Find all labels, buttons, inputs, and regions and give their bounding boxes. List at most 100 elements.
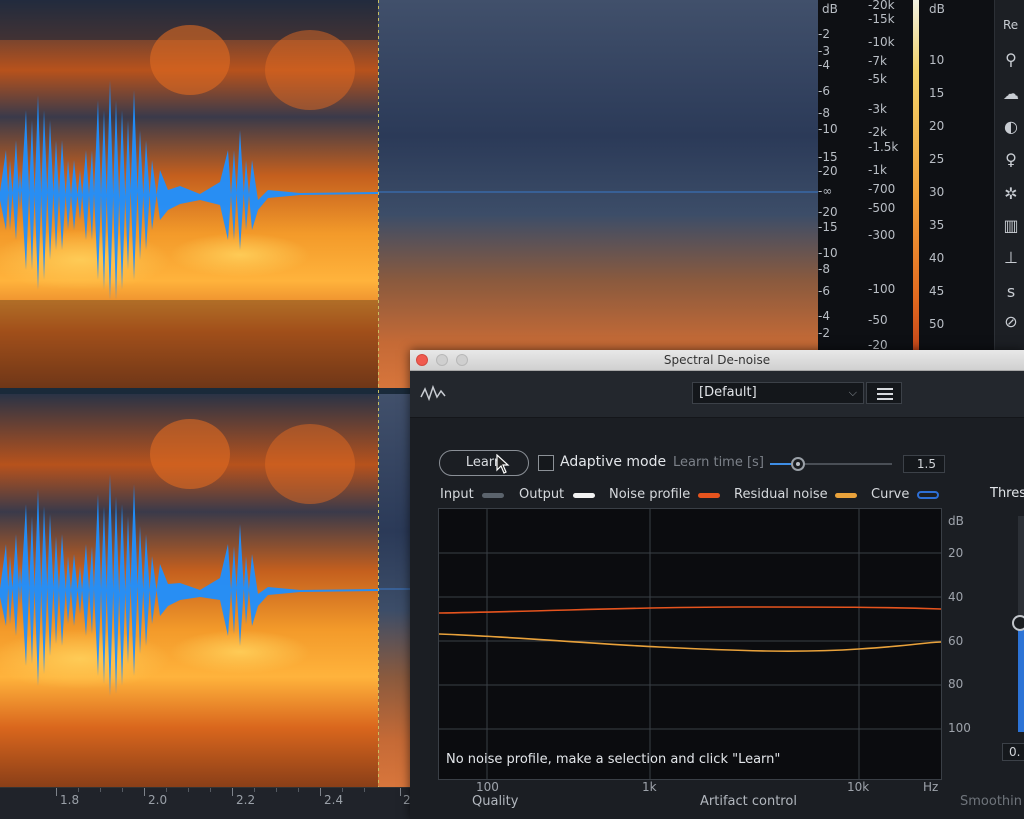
adaptive-mode-label: Adaptive mode <box>560 454 667 470</box>
noise-profile-plot <box>438 509 942 779</box>
scale-label: -4 <box>818 309 830 323</box>
adaptive-mode-checkbox[interactable] <box>538 455 554 471</box>
ruler-tick <box>364 788 365 792</box>
legend-noise-profile-label: Noise profile <box>609 487 691 502</box>
scale-label: -20k <box>868 0 895 12</box>
scale-label: -10 <box>818 246 838 260</box>
meter-label: 35 <box>929 218 945 232</box>
playhead-marker[interactable] <box>378 0 379 787</box>
no-profile-message: No noise profile, make a selection and c… <box>446 752 781 767</box>
meter-label: 20 <box>929 119 945 133</box>
time-ruler[interactable]: 1.8 2.0 2.2 2.4 2 <box>0 787 411 819</box>
scale-label: -15k <box>868 12 895 26</box>
ruler-tick <box>166 788 167 792</box>
ruler-tick <box>56 788 57 796</box>
residual-noise-curve <box>438 633 942 652</box>
graph-x-tick: 1k <box>642 780 657 794</box>
gain-icon[interactable]: ⊘ <box>1001 312 1021 332</box>
scale-label: -10k <box>868 35 895 49</box>
legend-input-swatch[interactable] <box>482 493 504 498</box>
ruler-tick <box>210 788 211 792</box>
scale-label: -3k <box>868 102 887 116</box>
eq-icon[interactable]: ▥ <box>1001 216 1021 236</box>
window-titlebar[interactable]: Spectral De-noise <box>410 350 1024 371</box>
chevron-down-icon: ⌵ <box>848 386 857 399</box>
threshold-value-field[interactable]: 0. <box>1002 743 1024 761</box>
graph-x-tick: 10k <box>847 780 870 794</box>
window-title: Spectral De-noise <box>663 353 771 367</box>
artifact-control-label[interactable]: Artifact control <box>700 794 797 809</box>
meter-scale: dB 10 15 20 25 30 35 40 45 50 <box>919 0 994 350</box>
ruler-label: 2.4 <box>324 793 344 807</box>
meter-label: 40 <box>929 251 945 265</box>
smoothing-label: Smoothin <box>960 794 1023 809</box>
learn-time-value-field[interactable]: 1.5 <box>903 455 945 473</box>
ruler-tick <box>144 788 145 796</box>
preset-menu-button[interactable] <box>866 382 902 404</box>
meter-label: 15 <box>929 86 945 100</box>
noise-profile-graph[interactable] <box>438 508 942 780</box>
scale-label: -2 <box>818 27 830 41</box>
graph-y-tick: 80 <box>948 677 964 691</box>
spectral-repair-icon[interactable]: ✲ <box>1001 184 1021 204</box>
legend-residual-noise-swatch[interactable] <box>835 493 857 498</box>
scale-label: -5k <box>868 72 887 86</box>
meter-label: 50 <box>929 317 945 331</box>
scale-label: -100 <box>868 282 896 296</box>
mouse-cursor-icon <box>496 454 510 474</box>
ruler-tick <box>188 788 189 792</box>
legend-noise-profile-swatch[interactable] <box>698 493 720 498</box>
legend-output-swatch[interactable] <box>573 493 595 498</box>
hamburger-icon <box>877 393 893 395</box>
ruler-tick <box>100 788 101 792</box>
learn-button[interactable]: Learn <box>439 450 529 476</box>
scale-label: -6 <box>818 84 830 98</box>
spectrogram-left-channel[interactable] <box>0 0 818 390</box>
preset-dropdown[interactable]: [Default] ⌵ <box>692 382 864 404</box>
meter-label: 25 <box>929 152 945 166</box>
learn-time-slider-handle[interactable] <box>791 457 806 471</box>
frequency-scale[interactable]: dB -20k -15k -2 -10k -3 -7k -4 -5k -6 -3… <box>818 0 918 352</box>
de-plosive-icon[interactable]: ⚲ <box>1001 50 1021 70</box>
graph-x-unit: Hz <box>923 780 939 794</box>
de-ess-icon[interactable]: ꜱ <box>1001 282 1021 302</box>
scale-label: -20 <box>818 164 838 178</box>
scale-label: -3 <box>818 44 830 58</box>
de-crackle-icon[interactable]: ☁ <box>1001 84 1021 104</box>
scale-label: -1.5k <box>868 140 899 154</box>
scale-label: -2k <box>868 125 887 139</box>
scale-label: -1k <box>868 163 887 177</box>
ruler-tick <box>78 788 79 792</box>
threshold-fader-handle[interactable] <box>1012 615 1024 631</box>
legend-curve-label: Curve <box>871 487 910 502</box>
spectral-denoise-window: Spectral De-noise [Default] ⌵ Learn Adap… <box>410 350 1024 819</box>
legend-input-label: Input <box>440 487 474 502</box>
graph-y-unit: dB <box>948 514 964 528</box>
module-icon-panel: Re ⚲ ☁ ◐ ♀ ✲ ▥ ⊥ ꜱ ⊘ <box>994 0 1024 350</box>
meter-label: 45 <box>929 284 945 298</box>
de-click-icon[interactable]: ⊥ <box>1001 248 1021 268</box>
ruler-tick <box>276 788 277 792</box>
ruler-tick <box>254 788 255 792</box>
graph-x-tick: 100 <box>476 780 499 794</box>
scale-label: -4 <box>818 58 830 72</box>
module-tab-label[interactable]: Re <box>1003 18 1018 32</box>
legend-curve-swatch[interactable] <box>917 491 939 499</box>
scale-label: -500 <box>868 201 896 215</box>
meter-label: 30 <box>929 185 945 199</box>
scale-label: -8 <box>818 106 830 120</box>
scale-label: -∞ <box>818 184 833 198</box>
ruler-label: 2.2 <box>236 793 256 807</box>
learn-time-label: Learn time [s] <box>673 455 764 470</box>
legend-residual-noise-label: Residual noise <box>734 487 828 502</box>
microphone-icon[interactable]: ♀ <box>1001 150 1021 170</box>
ruler-tick <box>320 788 321 796</box>
ruler-tick <box>298 788 299 792</box>
quality-label[interactable]: Quality <box>472 794 518 809</box>
ruler-tick <box>122 788 123 792</box>
scale-label: -20 <box>818 205 838 219</box>
scale-label: -15 <box>818 150 838 164</box>
noise-profile-curve <box>438 606 942 614</box>
mixing-icon[interactable]: ◐ <box>1001 117 1021 137</box>
plugin-toolbar: [Default] ⌵ <box>410 371 1024 418</box>
